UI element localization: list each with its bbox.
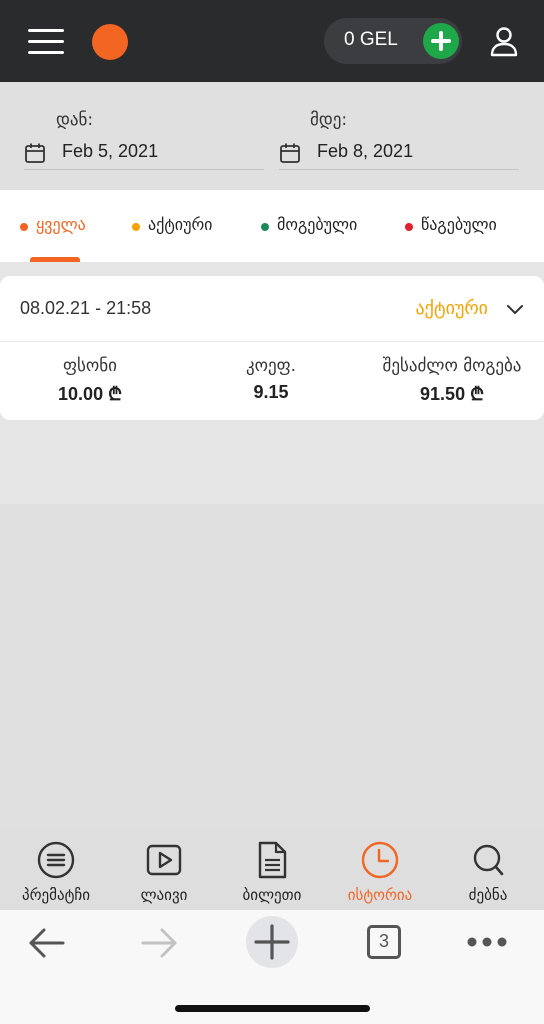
- forward-arrow-icon[interactable]: [140, 926, 178, 960]
- nav-label: ლაივი: [140, 886, 188, 904]
- nav-live[interactable]: ლაივი: [110, 830, 218, 910]
- date-to-label: მდე:: [310, 110, 348, 130]
- prematch-icon: [37, 841, 75, 879]
- stake-label: ფსონი: [63, 356, 117, 376]
- divider: [0, 341, 544, 342]
- nav-prematch[interactable]: პრემატჩი: [2, 830, 110, 910]
- stake-value: 10.00 ₾: [58, 384, 122, 404]
- brand-logo[interactable]: [92, 24, 128, 60]
- odds-column: კოეფ. 9.15: [201, 356, 341, 403]
- add-funds-plus-icon[interactable]: [423, 23, 459, 59]
- tab-label: მოგებული: [277, 215, 358, 234]
- search-icon: [473, 844, 504, 876]
- back-arrow-icon[interactable]: [28, 926, 66, 960]
- live-play-icon: [146, 844, 182, 876]
- new-tab-plus-icon[interactable]: [246, 916, 298, 968]
- tab-dot: [20, 223, 28, 231]
- odds-value: 9.15: [253, 382, 289, 402]
- possible-win-column: შესაძლო მოგება 91.50 ₾: [368, 356, 536, 406]
- tab-label: წაგებული: [421, 215, 497, 234]
- home-indicator: [175, 1005, 370, 1012]
- nav-label: ბილეთი: [242, 886, 302, 904]
- bet-card[interactable]: 08.02.21 - 21:58 აქტიური ფსონი 10.00 ₾ კ…: [0, 276, 544, 420]
- balance-pill[interactable]: 0 GEL: [324, 18, 462, 64]
- tab-dot: [132, 223, 140, 231]
- bet-status: აქტიური: [415, 298, 488, 319]
- tab-active[interactable]: აქტიური: [130, 190, 250, 262]
- nav-ticket[interactable]: ბილეთი: [218, 830, 326, 910]
- ticket-document-icon: [258, 841, 287, 879]
- top-app-bar: 0 GEL: [0, 0, 544, 82]
- date-to-value: Feb 8, 2021: [317, 141, 414, 161]
- tabs-count-icon[interactable]: 3: [367, 925, 401, 959]
- calendar-icon: [280, 143, 300, 163]
- tab-dot: [405, 223, 413, 231]
- bet-status-tabs: ყველა აქტიური მოგებული წაგებული: [0, 190, 544, 262]
- bet-datetime: 08.02.21 - 21:58: [20, 298, 152, 318]
- nav-label: ისტორია: [347, 886, 413, 904]
- possible-win-label: შესაძლო მოგება: [382, 356, 522, 376]
- date-from-value: Feb 5, 2021: [62, 141, 159, 161]
- possible-win-value: 91.50 ₾: [420, 384, 484, 404]
- history-clock-icon: [361, 841, 399, 879]
- nav-search[interactable]: ძებნა: [434, 830, 542, 910]
- chevron-down-icon[interactable]: [506, 300, 524, 318]
- date-range-filter: დან: Feb 5, 2021 მდე: Feb 8, 2021: [0, 82, 544, 190]
- tab-dot: [261, 223, 269, 231]
- hamburger-menu-icon[interactable]: [28, 29, 64, 55]
- tab-label: აქტიური: [148, 215, 213, 234]
- tab-label: ყველა: [36, 215, 86, 234]
- nav-label: პრემატჩი: [21, 886, 91, 904]
- bottom-navigation: პრემატჩი ლაივი ბილეთი ისტორია ძებნა: [0, 830, 544, 910]
- tab-lost[interactable]: წაგებული: [404, 190, 540, 262]
- date-from-field[interactable]: Feb 5, 2021: [24, 134, 264, 170]
- more-options-icon[interactable]: [466, 936, 508, 948]
- user-profile-icon[interactable]: [488, 25, 520, 57]
- balance-amount: 0 GEL: [344, 29, 398, 50]
- tab-won[interactable]: მოგებული: [259, 190, 394, 262]
- tabs-count: 3: [378, 931, 389, 951]
- stake-column: ფსონი 10.00 ₾: [20, 356, 160, 406]
- nav-label: ძებნა: [468, 886, 508, 904]
- date-to-field[interactable]: Feb 8, 2021: [279, 134, 519, 170]
- tab-all[interactable]: ყველა: [18, 190, 118, 262]
- calendar-icon: [25, 143, 45, 163]
- date-from-label: დან:: [56, 110, 94, 130]
- nav-history[interactable]: ისტორია: [326, 830, 434, 910]
- odds-label: კოეფ.: [245, 356, 297, 376]
